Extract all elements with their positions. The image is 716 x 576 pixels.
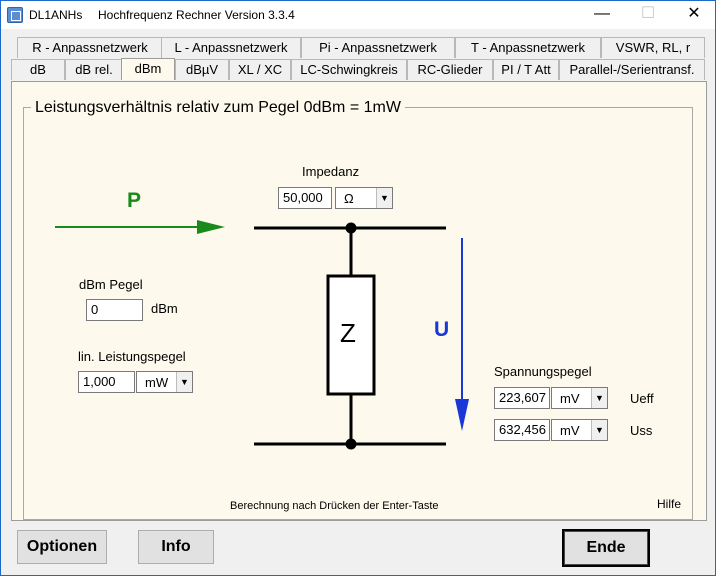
end-button[interactable]: Ende: [562, 529, 650, 567]
uss-input[interactable]: 632,456: [494, 419, 550, 441]
dbm-pegel-label: dBm Pegel: [79, 277, 143, 292]
chevron-down-icon[interactable]: ▼: [176, 372, 192, 392]
power-label: P: [127, 189, 142, 212]
tab-dbm[interactable]: dBm: [121, 58, 175, 80]
power-arrow: [55, 220, 225, 234]
app-window: DL1ANHs Hochfrequenz Rechner Version 3.3…: [0, 0, 716, 576]
impedance-unit-select[interactable]: Ω ▼: [335, 187, 393, 209]
info-button[interactable]: Info: [138, 530, 214, 564]
ueff-label: Ueff: [630, 391, 654, 406]
lin-leistungspegel-unit-value: mW: [145, 375, 169, 390]
uss-label: Uss: [630, 423, 653, 438]
chevron-down-icon[interactable]: ▼: [376, 188, 392, 208]
spannungspegel-label: Spannungspegel: [494, 364, 592, 379]
impedance-unit-value: Ω: [344, 191, 354, 206]
impedance-input[interactable]: 50,000: [278, 187, 332, 209]
ueff-unit-value: mV: [560, 391, 580, 406]
help-link[interactable]: Hilfe: [657, 497, 681, 511]
chevron-down-icon[interactable]: ▼: [591, 420, 607, 440]
lin-leistungspegel-label: lin. Leistungspegel: [78, 349, 186, 364]
enter-hint: Berechnung nach Drücken der Enter-Taste: [230, 500, 439, 512]
impedance-symbol: Z: [340, 318, 356, 348]
bottom-node: [345, 438, 357, 450]
options-button[interactable]: Optionen: [17, 530, 107, 564]
top-node: [345, 222, 357, 234]
ueff-unit-select[interactable]: mV ▼: [551, 387, 608, 409]
voltage-arrow: [455, 238, 469, 431]
dbm-pegel-input[interactable]: 0: [86, 299, 143, 321]
impedance-label: Impedanz: [302, 164, 360, 179]
voltage-label: U: [434, 318, 450, 341]
lin-leistungspegel-input[interactable]: 1,000: [78, 371, 135, 393]
uss-unit-select[interactable]: mV ▼: [551, 419, 608, 441]
uss-unit-value: mV: [560, 423, 580, 438]
chevron-down-icon[interactable]: ▼: [591, 388, 607, 408]
lin-leistungspegel-unit-select[interactable]: mW ▼: [136, 371, 193, 393]
ueff-input[interactable]: 223,607: [494, 387, 550, 409]
dbm-unit-label: dBm: [151, 301, 178, 316]
